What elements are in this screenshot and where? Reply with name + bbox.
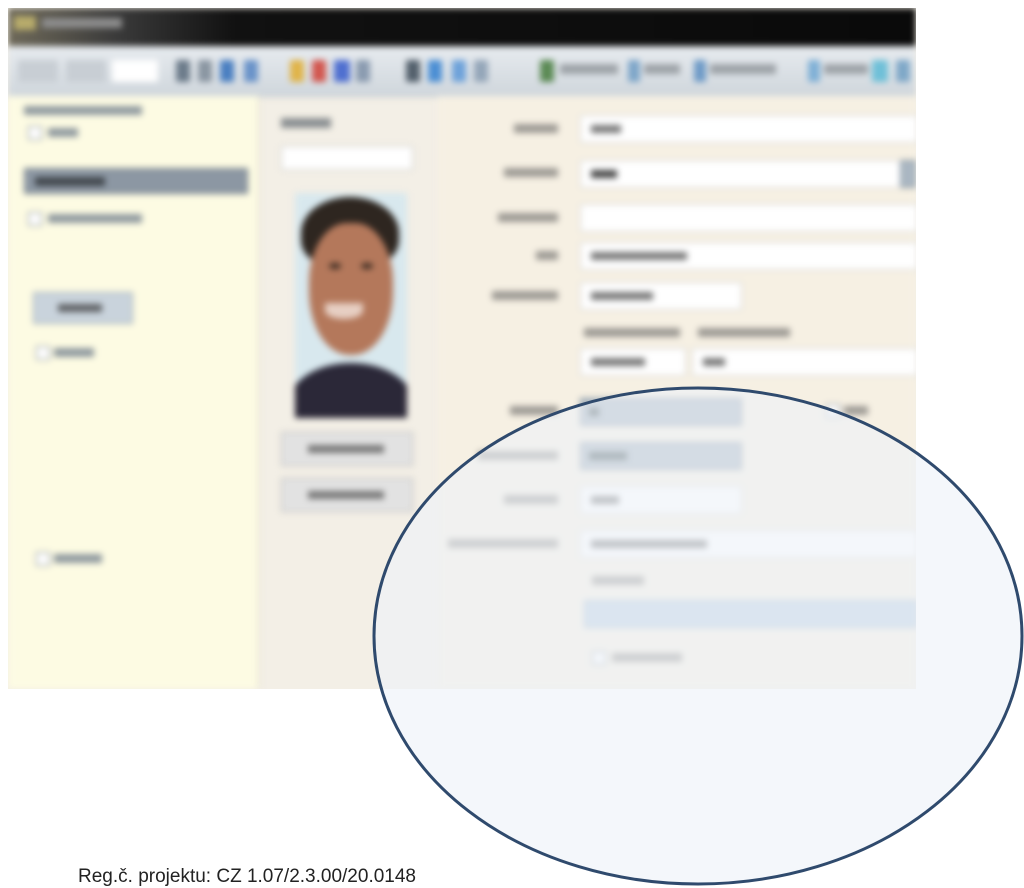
photo-load-button[interactable] <box>281 432 413 466</box>
photo-face <box>309 223 393 355</box>
checkbox-label <box>844 406 868 415</box>
form-field[interactable] <box>580 530 916 558</box>
filter-checkbox[interactable] <box>28 212 42 226</box>
photo-heading <box>281 118 331 128</box>
toolbar-label[interactable] <box>824 64 868 74</box>
toolbar-icon[interactable] <box>452 60 466 82</box>
form-checkbox[interactable] <box>826 404 840 418</box>
toolbar-icon[interactable] <box>220 60 234 82</box>
form-selected-field[interactable] <box>584 600 916 628</box>
filter-checkbox[interactable] <box>36 552 50 566</box>
checkbox-label <box>48 128 78 137</box>
toolbar-button[interactable] <box>18 60 58 82</box>
form-field[interactable] <box>580 204 916 232</box>
toolbar-icon[interactable] <box>808 60 820 82</box>
form-field[interactable] <box>580 242 916 270</box>
toolbar-icon[interactable] <box>694 60 706 82</box>
toolbar-icon[interactable] <box>406 60 420 82</box>
toolbar-icon[interactable] <box>628 60 640 82</box>
form-field[interactable] <box>580 348 686 376</box>
checkbox-label <box>48 214 142 223</box>
window-title <box>42 18 122 28</box>
toolbar <box>8 46 916 97</box>
form-label <box>492 291 558 300</box>
form-label <box>498 213 558 222</box>
form-field[interactable] <box>580 115 916 143</box>
toolbar-icon[interactable] <box>540 60 554 82</box>
application-screenshot <box>8 8 916 689</box>
toolbar-label[interactable] <box>710 64 776 74</box>
photo-eye <box>329 263 341 269</box>
toolbar-icon[interactable] <box>198 60 212 82</box>
form-label <box>478 451 558 460</box>
button-label <box>58 304 102 312</box>
title-bar <box>8 8 916 46</box>
toolbar-label[interactable] <box>560 64 618 74</box>
toolbar-icon[interactable] <box>872 60 888 82</box>
filter-checkbox[interactable] <box>28 126 42 140</box>
form-field[interactable] <box>692 348 916 376</box>
form-field[interactable] <box>580 486 742 514</box>
toolbar-field[interactable] <box>112 60 158 82</box>
form-field[interactable] <box>580 160 904 188</box>
toolbar-button[interactable] <box>66 60 106 82</box>
form-dropdown-button[interactable] <box>900 160 916 188</box>
toolbar-icon[interactable] <box>244 60 258 82</box>
blurred-content <box>8 8 916 689</box>
toolbar-icon[interactable] <box>176 60 190 82</box>
button-label <box>308 491 384 499</box>
checkbox-label <box>612 653 682 662</box>
filter-select[interactable] <box>24 168 248 194</box>
photo-field[interactable] <box>281 146 413 170</box>
toolbar-icon[interactable] <box>312 60 326 82</box>
toolbar-icon[interactable] <box>356 60 370 82</box>
filter-button[interactable] <box>33 292 133 324</box>
toolbar-icon[interactable] <box>428 60 442 82</box>
toolbar-label[interactable] <box>644 64 680 74</box>
form-label <box>504 168 558 177</box>
panel-heading <box>24 106 142 115</box>
checkbox-label <box>54 348 94 357</box>
toolbar-icon[interactable] <box>896 60 910 82</box>
form-checkbox[interactable] <box>592 651 606 665</box>
form-combo[interactable] <box>580 442 742 470</box>
checkbox-label <box>54 554 102 563</box>
form-label <box>536 251 558 260</box>
form-label <box>584 328 680 337</box>
toolbar-icon[interactable] <box>474 60 488 82</box>
form-label <box>514 124 558 133</box>
photo-shoulders <box>295 363 407 418</box>
person-photo <box>295 193 407 418</box>
photo-mouth <box>325 303 363 319</box>
form-field[interactable] <box>580 282 742 310</box>
app-icon <box>14 16 36 30</box>
form-label <box>592 576 644 585</box>
select-value <box>35 177 105 186</box>
button-label <box>308 445 384 453</box>
filter-checkbox[interactable] <box>36 346 50 360</box>
form-label <box>448 539 558 548</box>
toolbar-icon[interactable] <box>290 60 304 82</box>
form-label <box>698 328 790 337</box>
left-filter-panel <box>8 96 259 689</box>
form-combo[interactable] <box>580 398 742 426</box>
form-label <box>504 495 558 504</box>
project-caption: Reg.č. projektu: CZ 1.07/2.3.00/20.0148 <box>78 866 416 887</box>
toolbar-icon[interactable] <box>334 60 350 82</box>
photo-eye <box>361 263 373 269</box>
form-label <box>510 406 558 415</box>
photo-remove-button[interactable] <box>281 478 413 512</box>
